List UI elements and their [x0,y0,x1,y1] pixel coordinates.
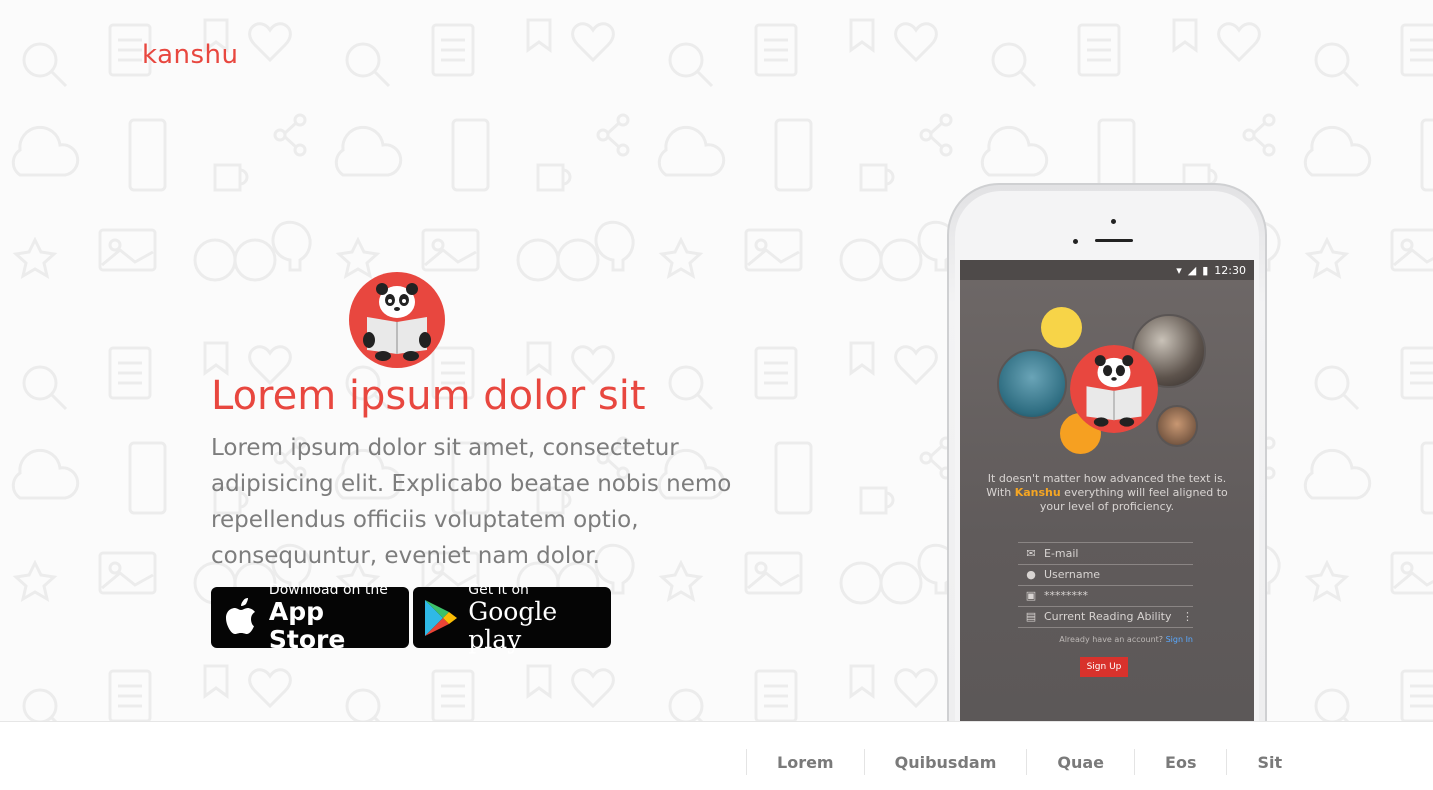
app-store-small-label: Download on the [268,581,388,598]
nav-item-lorem[interactable]: Lorem [746,749,864,775]
signin-prompt: Already have an account? [1059,635,1164,644]
tagline-post: everything will feel aligned to your lev… [1039,486,1228,513]
wifi-icon: ▾ [1176,263,1182,277]
phone-camera [1111,219,1116,224]
brand-logo[interactable]: kanshu [142,40,239,70]
more-vert-icon: ⋮ [1182,610,1193,623]
lock-icon: ▣ [1025,589,1037,602]
nav-item-quae[interactable]: Quae [1026,749,1134,775]
tagline-brand: Kanshu [1014,486,1061,499]
nav-item-eos[interactable]: Eos [1134,749,1226,775]
signin-row: Already have an account? Sign In [1020,635,1193,644]
password-placeholder: ******** [1044,589,1088,602]
reading-ability-select[interactable]: ▤ Current Reading Ability ⋮ [1018,606,1193,628]
panda-center-icon [1070,345,1158,433]
phone-sensor [1073,239,1078,244]
email-placeholder: E-mail [1044,547,1079,560]
app-store-big-label: App Store [268,596,346,654]
status-bar: ▾ ◢ ▮ 12:30 [960,260,1254,280]
battery-icon: ▮ [1202,263,1209,277]
mail-icon: ✉ [1026,547,1036,560]
user-icon: ● [1026,568,1036,581]
signal-icon: ◢ [1187,263,1197,277]
google-play-button[interactable]: Get it on Google play [413,582,611,653]
google-play-big-label: Google play [468,596,558,654]
panda-logo-icon [349,272,445,368]
username-field[interactable]: ● Username [1018,564,1193,586]
hero-description: Lorem ipsum dolor sit amet, consectetur … [211,435,732,569]
nav-item-quibusdam[interactable]: Quibusdam [863,749,1027,775]
nav-item-sit[interactable]: Sit [1226,749,1312,775]
app-store-button[interactable]: Download on the App Store [211,582,409,653]
hero-title: Lorem ipsum dolor sit [211,373,646,419]
phone-speaker [1095,239,1133,242]
reader-photo-left [997,349,1067,419]
reading-ability-placeholder: Current Reading Ability [1044,610,1172,623]
app-tagline: It doesn't matter how advanced the text … [980,472,1234,514]
app-screen: ▾ ◢ ▮ 12:30 It doesn't matter how advanc… [960,260,1254,721]
document-icon: ▤ [1025,610,1037,623]
apple-icon [225,597,255,634]
google-play-small-label: Get it on [468,581,529,598]
status-time: 12:30 [1214,263,1246,277]
password-field[interactable]: ▣ ******** [1018,585,1193,607]
username-placeholder: Username [1044,568,1101,581]
yellow-circle [1041,307,1082,348]
signin-link[interactable]: Sign In [1166,635,1193,644]
signup-button[interactable]: Sign Up [1080,657,1128,677]
reader-photo-child [1156,405,1198,447]
google-play-icon [424,599,457,636]
email-field[interactable]: ✉ E-mail [1018,543,1193,565]
footer: Lorem Quibusdam Quae Eos Sit [0,721,1433,790]
footer-nav: Lorem Quibusdam Quae Eos Sit [746,749,1312,775]
